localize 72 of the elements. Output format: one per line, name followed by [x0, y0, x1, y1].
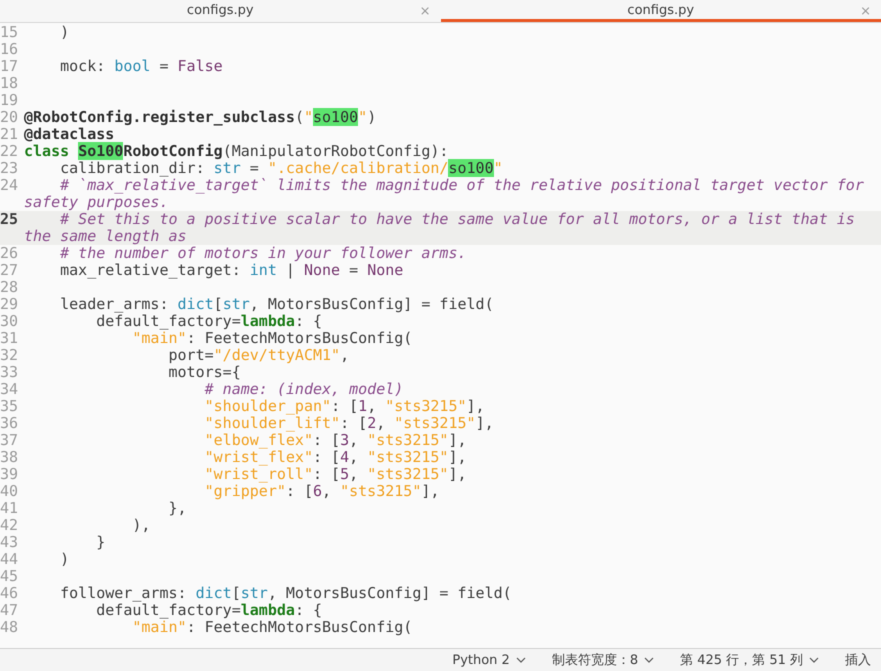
code-line: "wrist_flex": [4, "sts3215"], — [204, 449, 468, 466]
line-number: 17 — [0, 58, 20, 75]
line-number: 31 — [0, 330, 20, 347]
code-line: class So100RobotConfig(ManipulatorRobotConfig): — [24, 143, 450, 160]
line-number: 25 — [0, 211, 20, 230]
code-line: }, — [168, 500, 188, 517]
line-number: 35 — [0, 398, 20, 415]
line-number: 48 — [0, 619, 20, 636]
line-number: 21 — [0, 126, 20, 143]
code-line: default_factory=lambda: { — [96, 602, 322, 619]
code-line: # `max_relative_target` limits the magnitude of the relative positional target vector for safety purposes. — [24, 177, 865, 211]
line-number: 36 — [0, 415, 20, 432]
code-line: "main": FeetechMotorsBusConfig( — [132, 619, 414, 636]
line-number: 20 — [0, 109, 20, 126]
code-line: follower_arms: dict[str, MotorsBusConfig] = field( — [59, 585, 513, 602]
code-line: ), — [131, 517, 152, 534]
line-number: 27 — [0, 262, 20, 279]
code-line: } — [95, 534, 106, 551]
line-number: 22 — [0, 143, 20, 160]
code-line: "elbow_flex": [3, "sts3215"], — [204, 432, 468, 449]
code-line: ) — [59, 24, 70, 41]
line-number: 47 — [0, 602, 20, 619]
status-item[interactable]: 制表符宽度：8 — [552, 651, 654, 669]
line-number: 24 — [0, 177, 20, 196]
line-number: 29 — [0, 296, 20, 313]
line-number: 30 — [0, 313, 20, 330]
code-line: "shoulder_lift": [2, "sts3215"], — [204, 415, 495, 432]
line-number: 45 — [0, 568, 20, 585]
code-line: # Set this to a positive scalar to have the same value for all motors, or a list that is the same length as — [24, 211, 856, 245]
code-line: # the number of motors in your follower arms. — [59, 245, 468, 262]
line-number: 26 — [0, 245, 20, 262]
file-tab[interactable]: configs.py × — [440, 0, 881, 22]
file-tab[interactable]: configs.py × — [0, 0, 440, 22]
code-line: motors={ — [168, 364, 241, 381]
line-number: 37 — [0, 432, 20, 449]
line-number: 39 — [0, 466, 20, 483]
line-number: 40 — [0, 483, 20, 500]
line-number: 28 — [0, 279, 20, 296]
line-number: 38 — [0, 449, 20, 466]
line-number: 41 — [0, 500, 20, 517]
line-number: 16 — [0, 41, 20, 58]
code-line: default_factory=lambda: { — [96, 313, 322, 330]
code-line: @dataclass — [24, 126, 114, 143]
line-number: 43 — [0, 534, 20, 551]
code-line: port="/dev/ttyACM1", — [168, 347, 350, 364]
code-line: # name: (index, model) — [204, 381, 404, 398]
line-number: 33 — [0, 364, 20, 381]
line-number: 15 — [0, 24, 20, 41]
status-item[interactable]: 第 425 行，第 51 列 — [680, 651, 819, 669]
code-line: max_relative_target: int | None = None — [59, 262, 404, 279]
chevron-down-icon — [644, 657, 654, 663]
status-item[interactable]: 插入 — [845, 651, 871, 669]
code-line: "main": FeetechMotorsBusConfig( — [132, 330, 414, 347]
code-line: ) — [59, 551, 70, 568]
line-number: 46 — [0, 585, 20, 602]
code-line: "shoulder_pan": [1, "sts3215"], — [204, 398, 486, 415]
line-number: 19 — [0, 92, 20, 109]
line-number: 44 — [0, 551, 20, 568]
line-number: 18 — [0, 75, 20, 92]
line-number: 42 — [0, 517, 20, 534]
code-line: @RobotConfig.register_subclass("so100") — [24, 109, 378, 126]
status-item[interactable]: Python 2 — [452, 652, 526, 668]
chevron-down-icon — [809, 657, 819, 663]
code-line: calibration_dir: str = ".cache/calibration/so100" — [59, 160, 504, 177]
code-line: "gripper": [6, "sts3215"], — [204, 483, 440, 500]
line-number: 23 — [0, 160, 20, 177]
line-number: 34 — [0, 381, 20, 398]
line-number: 32 — [0, 347, 20, 364]
code-line: mock: bool = False — [59, 58, 224, 75]
code-line: "wrist_roll": [5, "sts3215"], — [204, 466, 468, 483]
code-line: leader_arms: dict[str, MotorsBusConfig] = field( — [59, 296, 495, 313]
chevron-down-icon — [516, 657, 526, 663]
